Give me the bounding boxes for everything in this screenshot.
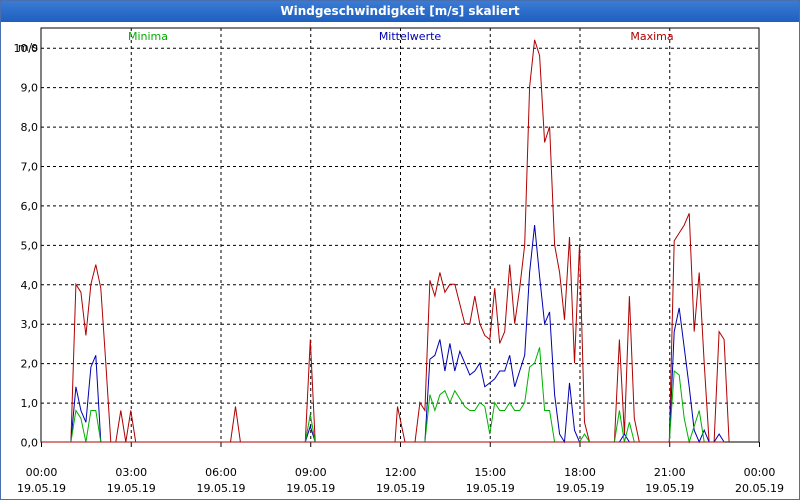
x-tick-date: 19.05.19 <box>286 482 335 495</box>
y-tick-label: 7,0 <box>21 161 39 174</box>
chart-window: Windgeschwindigkeit [m/s] skaliert 0,0 1,… <box>0 0 800 500</box>
y-tick-label: 1,0 <box>21 397 39 410</box>
x-tick-date: 19.05.19 <box>556 482 605 495</box>
x-tick-date: 19.05.19 <box>107 482 156 495</box>
x-tick-time: 15:00 <box>474 466 506 479</box>
x-tick-date: 19.05.19 <box>376 482 425 495</box>
x-tick-time: 09:00 <box>295 466 327 479</box>
wind-speed-chart: 0,01,02,03,04,05,06,07,08,09,010,0m/s00:… <box>14 27 784 495</box>
y-tick-label: 9,0 <box>21 82 39 95</box>
chart-title: Windgeschwindigkeit [m/s] skaliert <box>280 4 520 18</box>
x-tick-date: 19.05.19 <box>17 482 66 495</box>
legend-maxima: Maxima <box>630 30 673 43</box>
x-tick-date: 20.05.19 <box>735 482 784 495</box>
y-tick-label: 2,0 <box>21 358 39 371</box>
x-tick-date: 19.05.19 <box>197 482 246 495</box>
plot-area: 0,0 1,0 2,0 3,0 4,0 5,0 6,0 7,0 8,0 9,0 10,0 m/s 00:… <box>1 22 799 499</box>
title-bar: Windgeschwindigkeit [m/s] skaliert <box>1 1 799 22</box>
x-tick-time: 00:00 <box>26 466 58 479</box>
y-axis-label: m/s <box>18 41 38 54</box>
y-tick-label: 6,0 <box>21 200 39 213</box>
x-tick-time: 12:00 <box>385 466 417 479</box>
x-tick-date: 19.05.19 <box>466 482 515 495</box>
x-tick-date: 19.05.19 <box>645 482 694 495</box>
y-tick-label: 3,0 <box>21 318 39 331</box>
x-tick-time: 21:00 <box>654 466 686 479</box>
x-tick-time: 18:00 <box>564 466 596 479</box>
x-tick-time: 00:00 <box>744 466 776 479</box>
y-tick-label: 8,0 <box>21 121 39 134</box>
y-tick-label: 0,0 <box>21 437 39 450</box>
x-tick-time: 03:00 <box>115 466 147 479</box>
x-tick-time: 06:00 <box>205 466 237 479</box>
y-tick-label: 5,0 <box>21 239 39 252</box>
legend-minima: Minima <box>128 30 168 43</box>
legend-mittelwerte: Mittelwerte <box>379 30 442 43</box>
y-tick-label: 4,0 <box>21 279 39 292</box>
